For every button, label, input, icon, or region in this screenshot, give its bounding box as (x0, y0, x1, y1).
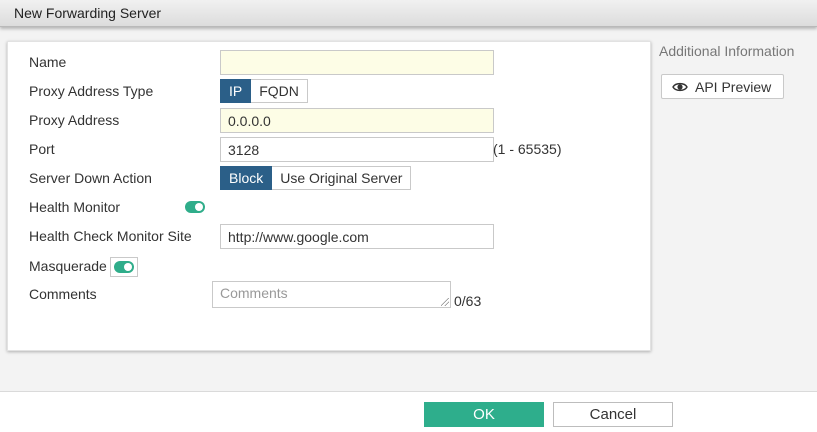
form-panel: Name Proxy Address Type IP FQDN Proxy Ad… (7, 41, 651, 351)
proxy-address-label: Proxy Address (29, 112, 120, 128)
server-down-block-option[interactable]: Block (220, 166, 273, 190)
masquerade-toggle-box (110, 257, 138, 277)
proxy-type-ip-option[interactable]: IP (220, 79, 252, 103)
additional-information-title: Additional Information (659, 43, 795, 59)
ok-button[interactable]: OK (424, 402, 544, 427)
proxy-address-type-toggle: IP FQDN (220, 79, 308, 103)
proxy-address-type-label: Proxy Address Type (29, 83, 154, 99)
port-range-hint: (1 - 65535) (493, 141, 562, 157)
comments-textarea[interactable] (212, 281, 451, 308)
port-input[interactable] (220, 137, 494, 162)
eye-icon (672, 82, 688, 91)
dialog-footer: OK Cancel (0, 391, 817, 432)
health-check-monitor-site-label: Health Check Monitor Site (29, 228, 192, 244)
health-monitor-label: Health Monitor (29, 199, 121, 215)
health-monitor-toggle[interactable] (185, 201, 205, 213)
comments-char-count: 0/63 (454, 293, 482, 309)
comments-label: Comments (29, 286, 97, 302)
name-label: Name (29, 54, 67, 70)
dialog-title-bar: New Forwarding Server (0, 0, 817, 27)
server-down-action-toggle: Block Use Original Server (220, 166, 412, 190)
masquerade-toggle[interactable] (114, 261, 134, 273)
cancel-button[interactable]: Cancel (553, 402, 673, 427)
health-check-monitor-site-input[interactable] (220, 224, 494, 249)
dialog-title: New Forwarding Server (14, 5, 162, 21)
name-input[interactable] (220, 50, 494, 75)
masquerade-label: Masquerade (29, 258, 107, 274)
api-preview-button[interactable]: API Preview (661, 74, 784, 99)
server-down-action-label: Server Down Action (29, 170, 152, 186)
proxy-address-input[interactable] (220, 108, 494, 133)
port-label: Port (29, 141, 55, 157)
resize-grip-icon[interactable] (441, 298, 449, 306)
proxy-type-fqdn-option[interactable]: FQDN (251, 79, 308, 103)
server-down-use-original-option[interactable]: Use Original Server (272, 166, 412, 190)
api-preview-label: API Preview (695, 78, 772, 95)
